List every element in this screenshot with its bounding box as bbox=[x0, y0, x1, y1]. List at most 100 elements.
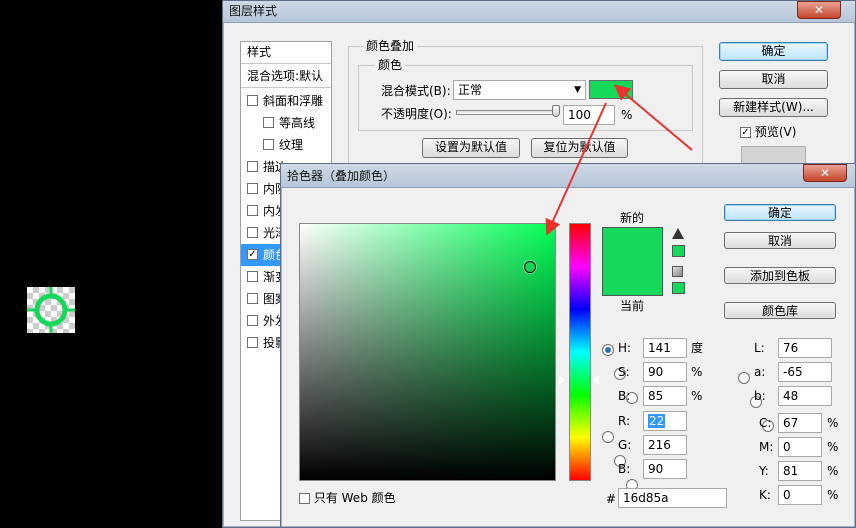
cmyk-unit: % bbox=[827, 488, 839, 502]
color-picker-title: 拾色器（叠加颜色） bbox=[287, 169, 396, 183]
color-picker-close-button[interactable]: ✕ bbox=[803, 164, 847, 182]
add-to-swatches-button[interactable]: 添加到色板 bbox=[724, 267, 836, 284]
set-default-button[interactable]: 设置为默认值 bbox=[422, 138, 520, 158]
current-color-label: 当前 bbox=[620, 299, 645, 313]
rgb-input[interactable]: 22 bbox=[643, 411, 687, 431]
web-only-option[interactable]: 只有 Web 颜色 bbox=[299, 490, 396, 506]
hsb-input[interactable]: 90 bbox=[643, 362, 687, 382]
effect-checkbox[interactable] bbox=[247, 293, 258, 304]
hsb-key: H: bbox=[618, 341, 632, 355]
lab-input[interactable]: 48 bbox=[778, 386, 832, 406]
lab-input[interactable]: 76 bbox=[778, 338, 832, 358]
preview-option[interactable]: 预览(V) bbox=[740, 124, 796, 140]
layer-style-close-button[interactable]: ✕ bbox=[797, 1, 841, 19]
hue-slider-right-arrow[interactable] bbox=[592, 375, 599, 385]
rgb-input[interactable]: 90 bbox=[643, 459, 687, 479]
close-icon: ✕ bbox=[819, 166, 831, 180]
effect-label: 斜面和浮雕 bbox=[263, 94, 324, 108]
hex-label: # bbox=[606, 492, 617, 506]
effect-checkbox[interactable] bbox=[263, 139, 274, 150]
reset-default-button[interactable]: 复位为默认值 bbox=[531, 138, 628, 158]
styles-header[interactable]: 样式 bbox=[247, 44, 271, 60]
rgb-input[interactable]: 216 bbox=[643, 435, 687, 455]
effect-checkbox[interactable] bbox=[247, 95, 258, 106]
gamut-warning-icon[interactable] bbox=[672, 228, 684, 239]
color-field[interactable] bbox=[299, 223, 556, 481]
hsb-input[interactable]: 85 bbox=[643, 386, 687, 406]
layer-style-ok-button[interactable]: 确定 bbox=[719, 42, 828, 61]
dropdown-arrow-icon: ▼ bbox=[574, 85, 581, 95]
hsb-input[interactable]: 141 bbox=[643, 338, 687, 358]
layer-style-cancel-button[interactable]: 取消 bbox=[719, 70, 828, 89]
web-safe-swatch[interactable] bbox=[672, 282, 685, 294]
cmyk-input[interactable]: 0 bbox=[778, 437, 822, 457]
hsb-key: B: bbox=[618, 389, 631, 403]
blend-mode-select[interactable]: 正常 ▼ bbox=[453, 80, 586, 100]
preview-label: 预览(V) bbox=[754, 125, 797, 139]
effect-checkbox[interactable] bbox=[247, 183, 258, 194]
new-style-button[interactable]: 新建样式(W)... bbox=[719, 98, 828, 117]
web-only-label: 只有 Web 颜色 bbox=[313, 491, 396, 505]
rgb-key: B: bbox=[618, 462, 631, 476]
cmyk-unit: % bbox=[827, 440, 839, 454]
hex-input[interactable]: 16d85a bbox=[618, 488, 727, 508]
current-color-swatch[interactable] bbox=[602, 262, 663, 296]
opacity-slider-track[interactable] bbox=[456, 110, 559, 115]
opacity-input[interactable]: 100 bbox=[563, 105, 615, 125]
close-icon: ✕ bbox=[813, 3, 825, 17]
effect-item[interactable]: 斜面和浮雕 bbox=[241, 90, 331, 112]
hue-slider-left-arrow[interactable] bbox=[559, 375, 566, 385]
hsb-radio[interactable] bbox=[602, 343, 614, 356]
cmyk-input[interactable]: 81 bbox=[778, 461, 822, 481]
opacity-slider-thumb[interactable] bbox=[552, 105, 560, 117]
effect-item[interactable]: 纹理 bbox=[241, 134, 331, 156]
blend-mode-value: 正常 bbox=[458, 83, 483, 97]
cmyk-input[interactable]: 0 bbox=[778, 485, 822, 505]
hsb-unit: % bbox=[691, 365, 703, 379]
cmyk-key: M: bbox=[759, 440, 774, 454]
effect-checkbox[interactable] bbox=[263, 117, 274, 128]
cmyk-unit: % bbox=[827, 464, 839, 478]
blend-mode-label: 混合模式(B): bbox=[381, 84, 451, 98]
color-picker-dialog: 拾色器（叠加颜色） ✕ 新的 当前 确定 取消 添加到色板 颜色库 H: 141 度… bbox=[280, 163, 856, 528]
canvas-preview bbox=[27, 287, 75, 333]
picker-cancel-button[interactable]: 取消 bbox=[724, 232, 836, 249]
hue-slider[interactable] bbox=[569, 223, 591, 481]
web-only-checkbox[interactable] bbox=[299, 493, 310, 504]
lab-input[interactable]: -65 bbox=[778, 362, 832, 382]
gamut-swatch[interactable] bbox=[672, 245, 685, 257]
effect-checkbox[interactable] bbox=[247, 315, 258, 326]
color-field-cursor[interactable] bbox=[524, 261, 536, 273]
overlay-color-swatch[interactable] bbox=[589, 80, 633, 99]
rgb-radio[interactable] bbox=[602, 430, 614, 443]
new-color-label: 新的 bbox=[620, 211, 645, 225]
color-libraries-button[interactable]: 颜色库 bbox=[724, 302, 836, 319]
rgb-key: G: bbox=[618, 438, 632, 452]
lab-key: L: bbox=[754, 341, 765, 355]
picker-ok-button[interactable]: 确定 bbox=[724, 204, 836, 221]
layer-style-titlebar[interactable]: 图层样式 bbox=[223, 1, 855, 23]
effect-label: 纹理 bbox=[279, 138, 304, 152]
effect-checkbox[interactable] bbox=[247, 337, 258, 348]
cmyk-unit: % bbox=[827, 416, 839, 430]
effect-checkbox[interactable] bbox=[247, 227, 258, 238]
cmyk-key: C: bbox=[759, 416, 772, 430]
effect-checkbox[interactable] bbox=[247, 271, 258, 282]
cmyk-key: K: bbox=[759, 488, 771, 502]
effect-checkbox[interactable] bbox=[247, 249, 258, 260]
lab-key: a: bbox=[754, 365, 766, 379]
blend-options-item[interactable]: 混合选项:默认 bbox=[247, 68, 323, 84]
color-picker-titlebar[interactable]: 拾色器（叠加颜色） bbox=[281, 164, 855, 188]
lab-key: b: bbox=[754, 389, 766, 403]
lab-radio[interactable] bbox=[738, 371, 750, 384]
web-cube-icon[interactable] bbox=[672, 266, 683, 277]
effect-checkbox[interactable] bbox=[247, 205, 258, 216]
effect-checkbox[interactable] bbox=[247, 161, 258, 172]
cmyk-key: Y: bbox=[759, 464, 769, 478]
opacity-unit: % bbox=[621, 108, 633, 122]
cmyk-input[interactable]: 67 bbox=[778, 413, 822, 433]
layer-style-title: 图层样式 bbox=[229, 4, 278, 18]
effect-item[interactable]: 等高线 bbox=[241, 112, 331, 134]
preview-checkbox[interactable] bbox=[740, 127, 751, 138]
hsb-unit: % bbox=[691, 389, 703, 403]
